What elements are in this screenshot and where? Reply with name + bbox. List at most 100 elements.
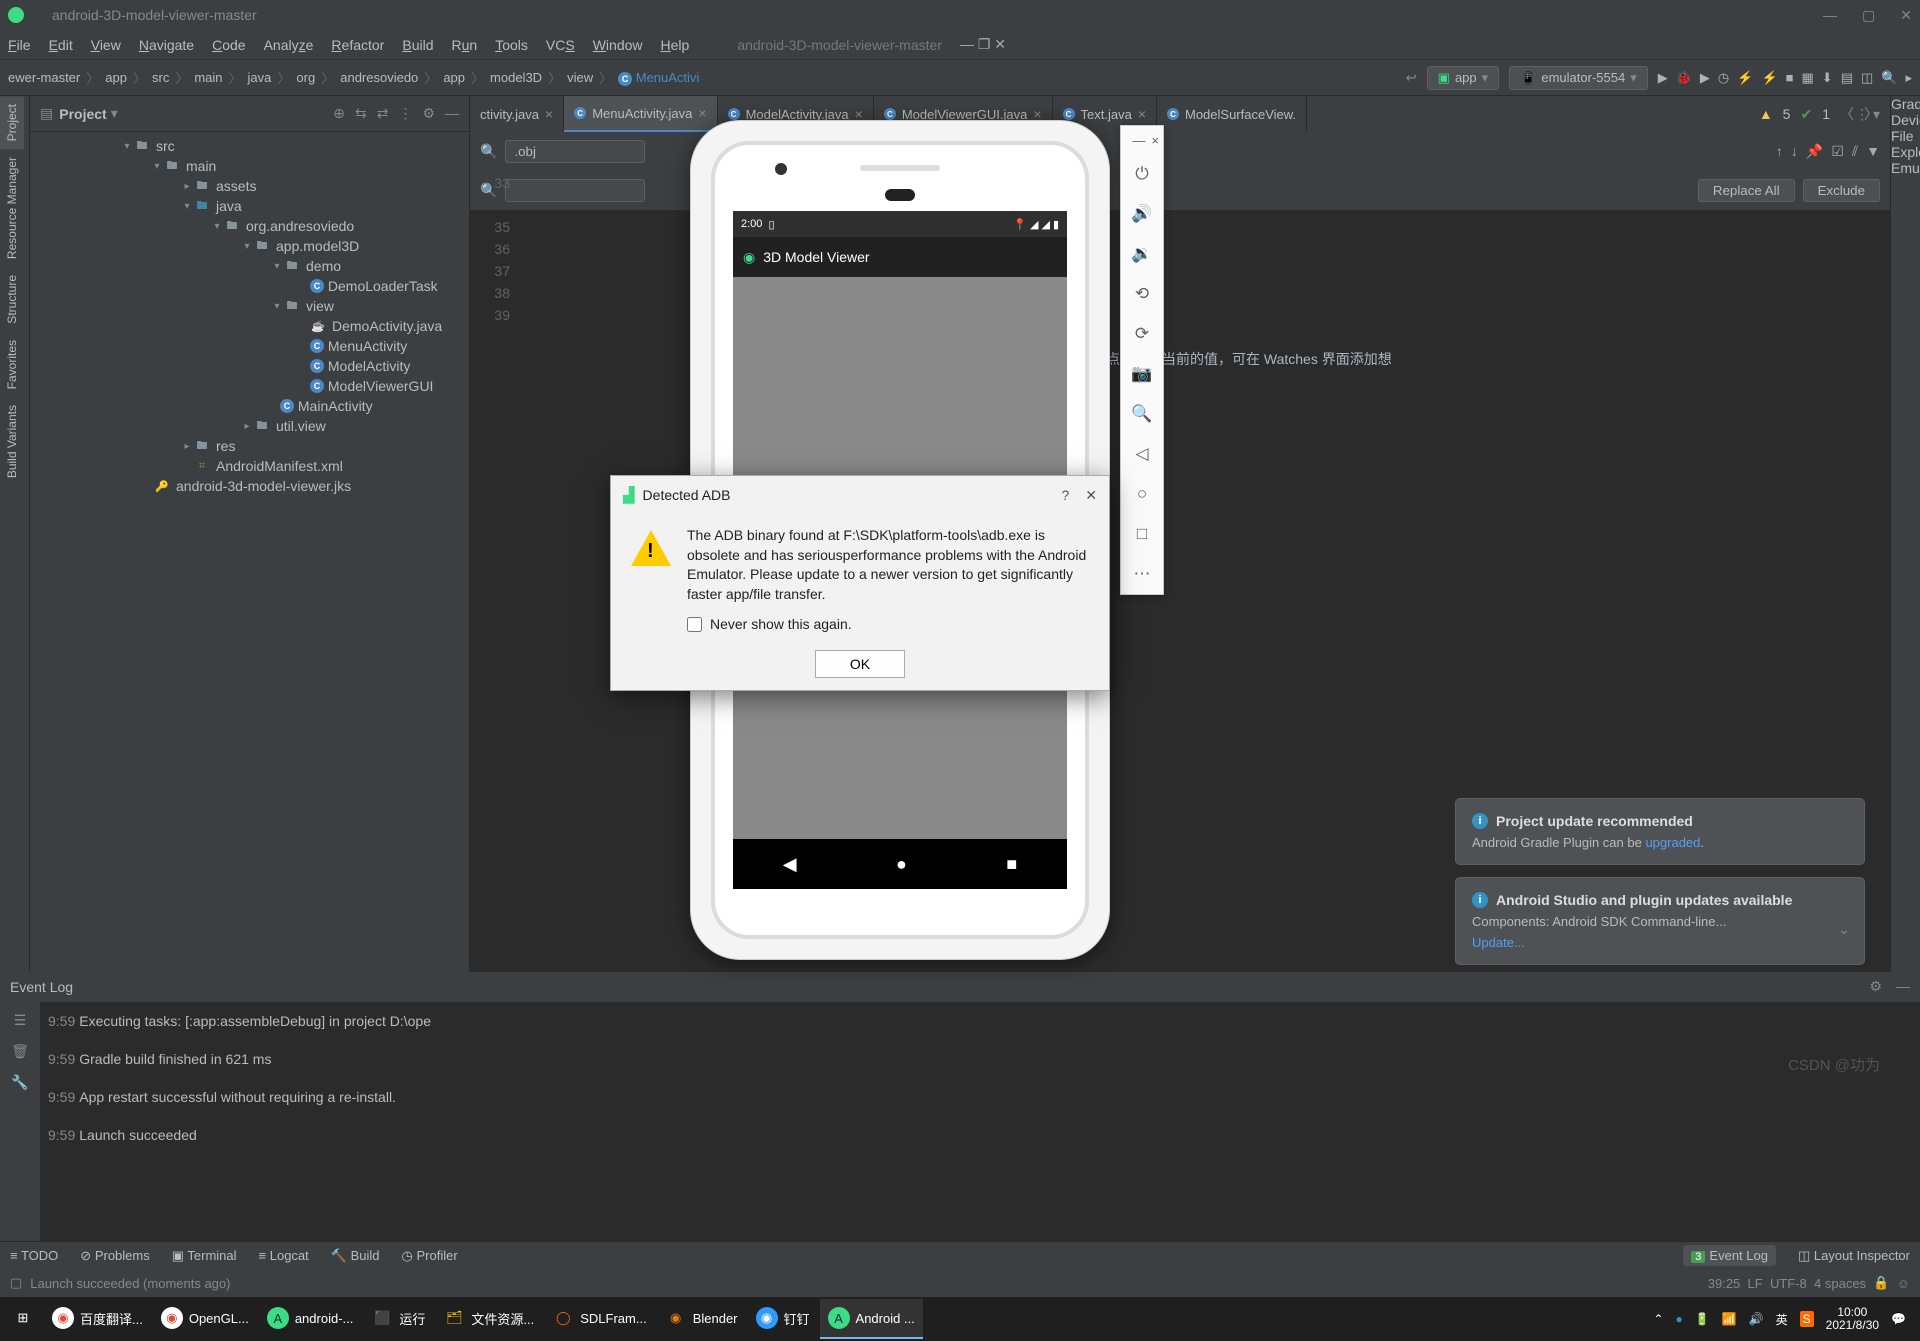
- ide-maximize-icon[interactable]: ❐: [978, 36, 991, 52]
- emu-overview-icon[interactable]: □: [1121, 514, 1163, 554]
- apply-changes-icon[interactable]: ⚡: [1737, 70, 1753, 86]
- breadcrumb-item[interactable]: src: [152, 70, 169, 85]
- tray-overflow-icon[interactable]: ⌃: [1653, 1312, 1663, 1326]
- menu-window[interactable]: Window: [593, 37, 643, 53]
- debug-icon[interactable]: 🐞: [1676, 70, 1692, 86]
- link-upgraded[interactable]: upgraded: [1645, 835, 1700, 850]
- eventlog-gear2-icon[interactable]: 🔧: [11, 1074, 28, 1091]
- tab-build[interactable]: 🔨 Build: [331, 1248, 380, 1264]
- tree-package[interactable]: ▾🖿org.andresoviedo: [30, 216, 469, 236]
- tree-class-demoloader[interactable]: C DemoLoaderTask: [30, 276, 469, 296]
- tree-folder-assets[interactable]: ▸🖿assets: [30, 176, 469, 196]
- search-input[interactable]: [505, 140, 645, 163]
- close-icon[interactable]: ✕: [1900, 7, 1912, 24]
- menu-vcs[interactable]: VCS: [546, 37, 575, 53]
- ok-button[interactable]: OK: [815, 650, 905, 678]
- task-androidstudio[interactable]: AAndroid ...: [820, 1299, 923, 1339]
- dialog-close-icon[interactable]: ✕: [1085, 487, 1097, 504]
- show-options-icon[interactable]: ⋮: [398, 105, 412, 122]
- status-position[interactable]: 39:25: [1708, 1276, 1741, 1291]
- profile-icon[interactable]: ◷: [1718, 70, 1729, 86]
- breadcrumb-item[interactable]: app: [443, 70, 465, 85]
- never-show-checkbox[interactable]: [687, 617, 702, 632]
- layout-insp-icon[interactable]: ◫: [1861, 70, 1873, 86]
- tray-ime[interactable]: 英: [1776, 1311, 1788, 1328]
- tab-terminal[interactable]: ▣ Terminal: [172, 1248, 237, 1264]
- ide-close-icon[interactable]: ✕: [994, 36, 1006, 52]
- task-sdl[interactable]: ◯SDLFram...: [544, 1299, 654, 1339]
- emu-rotate-left-icon[interactable]: ⟲: [1121, 274, 1163, 314]
- run-config-selector[interactable]: ▣app▾: [1427, 66, 1500, 90]
- tab-profiler[interactable]: ◷ Profiler: [402, 1248, 458, 1264]
- tab-logcat[interactable]: ≡ Logcat: [259, 1248, 309, 1263]
- menu-file[interactable]: File: [8, 37, 31, 53]
- tree-folder-java[interactable]: ▾🖿java: [30, 196, 469, 216]
- eventlog-info-icon[interactable]: ☰: [14, 1012, 27, 1029]
- tab-todo[interactable]: ≡ TODO: [10, 1248, 58, 1263]
- menu-navigate[interactable]: Navigate: [139, 37, 194, 53]
- notification-plugin-updates[interactable]: iAndroid Studio and plugin updates avail…: [1455, 877, 1865, 965]
- gear-icon[interactable]: ⚙: [422, 105, 435, 122]
- emu-more-icon[interactable]: ⋯: [1121, 554, 1163, 594]
- menu-help[interactable]: Help: [661, 37, 690, 53]
- breadcrumb-item-current[interactable]: C MenuActivi: [618, 70, 699, 86]
- status-process-icon[interactable]: ▢: [10, 1275, 22, 1291]
- tab-activity[interactable]: ctivity.java×: [470, 96, 564, 132]
- task-blender[interactable]: ◉Blender: [657, 1299, 746, 1339]
- phone-back-icon[interactable]: ◀: [783, 854, 797, 875]
- tree-folder-main[interactable]: ▾🖿main: [30, 156, 469, 176]
- tree-folder-view[interactable]: ▾🖿view: [30, 296, 469, 316]
- tray-wifi-icon[interactable]: 📶: [1722, 1312, 1737, 1326]
- task-dingtalk[interactable]: ◉钉钉: [748, 1299, 818, 1339]
- breadcrumb-item[interactable]: main: [194, 70, 222, 85]
- tray-battery-icon[interactable]: 🔋: [1695, 1312, 1710, 1326]
- breadcrumb-item[interactable]: view: [567, 70, 593, 85]
- tray-sync-icon[interactable]: ●: [1676, 1312, 1683, 1326]
- tree-class-modelactivity[interactable]: C ModelActivity: [30, 356, 469, 376]
- sync-icon[interactable]: ↩: [1406, 70, 1417, 86]
- task-run[interactable]: ⬛运行: [363, 1299, 433, 1339]
- chevron-down-icon[interactable]: ⌄: [1838, 921, 1850, 938]
- tree-folder-res[interactable]: ▸🖿res: [30, 436, 469, 456]
- menu-run[interactable]: Run: [452, 37, 478, 53]
- tree-folder-src[interactable]: ▾🖿src: [30, 136, 469, 156]
- breadcrumb-item[interactable]: andresoviedo: [340, 70, 418, 85]
- task-android[interactable]: Aandroid-...: [259, 1299, 362, 1339]
- emu-volume-down-icon[interactable]: 🔉: [1121, 234, 1163, 274]
- search-icon[interactable]: 🔍: [1881, 70, 1897, 86]
- sdk-icon[interactable]: ⬇: [1822, 70, 1833, 86]
- left-tab-resource-manager[interactable]: Resource Manager: [0, 149, 24, 267]
- project-label[interactable]: Project: [59, 106, 106, 122]
- status-indent[interactable]: 4 spaces: [1814, 1276, 1866, 1291]
- expand-icon[interactable]: ⇆: [355, 105, 367, 122]
- tray-volume-icon[interactable]: 🔊: [1749, 1312, 1764, 1326]
- link-update[interactable]: Update...: [1472, 935, 1525, 950]
- emu-zoom-icon[interactable]: 🔍: [1121, 394, 1163, 434]
- inspection-widget[interactable]: ▲5 ✔1 〈 〉: [1759, 104, 1878, 124]
- resource-icon[interactable]: ▤: [1841, 70, 1853, 86]
- breadcrumb-item[interactable]: ewer-master: [8, 70, 80, 85]
- tree-package-utilview[interactable]: ▸🖿util.view: [30, 416, 469, 436]
- tray-date[interactable]: 2021/8/30: [1826, 1319, 1879, 1332]
- eventlog-gear-icon[interactable]: ⚙: [1869, 978, 1882, 995]
- phone-recent-icon[interactable]: ■: [1006, 854, 1017, 875]
- emu-home-icon[interactable]: ○: [1121, 474, 1163, 514]
- right-tab-gradle[interactable]: Gradle: [1891, 96, 1920, 112]
- eventlog-hide-icon[interactable]: —: [1896, 978, 1910, 995]
- toggle-icon[interactable]: ⫽: [1852, 143, 1858, 160]
- select-all-icon[interactable]: ☑: [1831, 143, 1844, 160]
- menu-build[interactable]: Build: [402, 37, 433, 53]
- emu-volume-up-icon[interactable]: 🔊: [1121, 194, 1163, 234]
- tree-file-demoactivity[interactable]: ☕DemoActivity.java: [30, 316, 469, 336]
- tab-layout-inspector[interactable]: ◫ Layout Inspector: [1798, 1248, 1910, 1264]
- emu-rotate-right-icon[interactable]: ⟳: [1121, 314, 1163, 354]
- breadcrumb-item[interactable]: java: [248, 70, 272, 85]
- status-readonly-icon[interactable]: 🔒: [1873, 1275, 1889, 1291]
- task-explorer[interactable]: 🗂文件资源...: [435, 1299, 542, 1339]
- status-line-sep[interactable]: LF: [1748, 1276, 1763, 1291]
- emu-power-icon[interactable]: ⏻: [1121, 154, 1163, 194]
- run-icon[interactable]: ▶: [1658, 70, 1668, 86]
- tree-class-menuactivity[interactable]: C MenuActivity: [30, 336, 469, 356]
- maximize-icon[interactable]: ▢: [1862, 7, 1875, 24]
- menu-tools[interactable]: Tools: [495, 37, 528, 53]
